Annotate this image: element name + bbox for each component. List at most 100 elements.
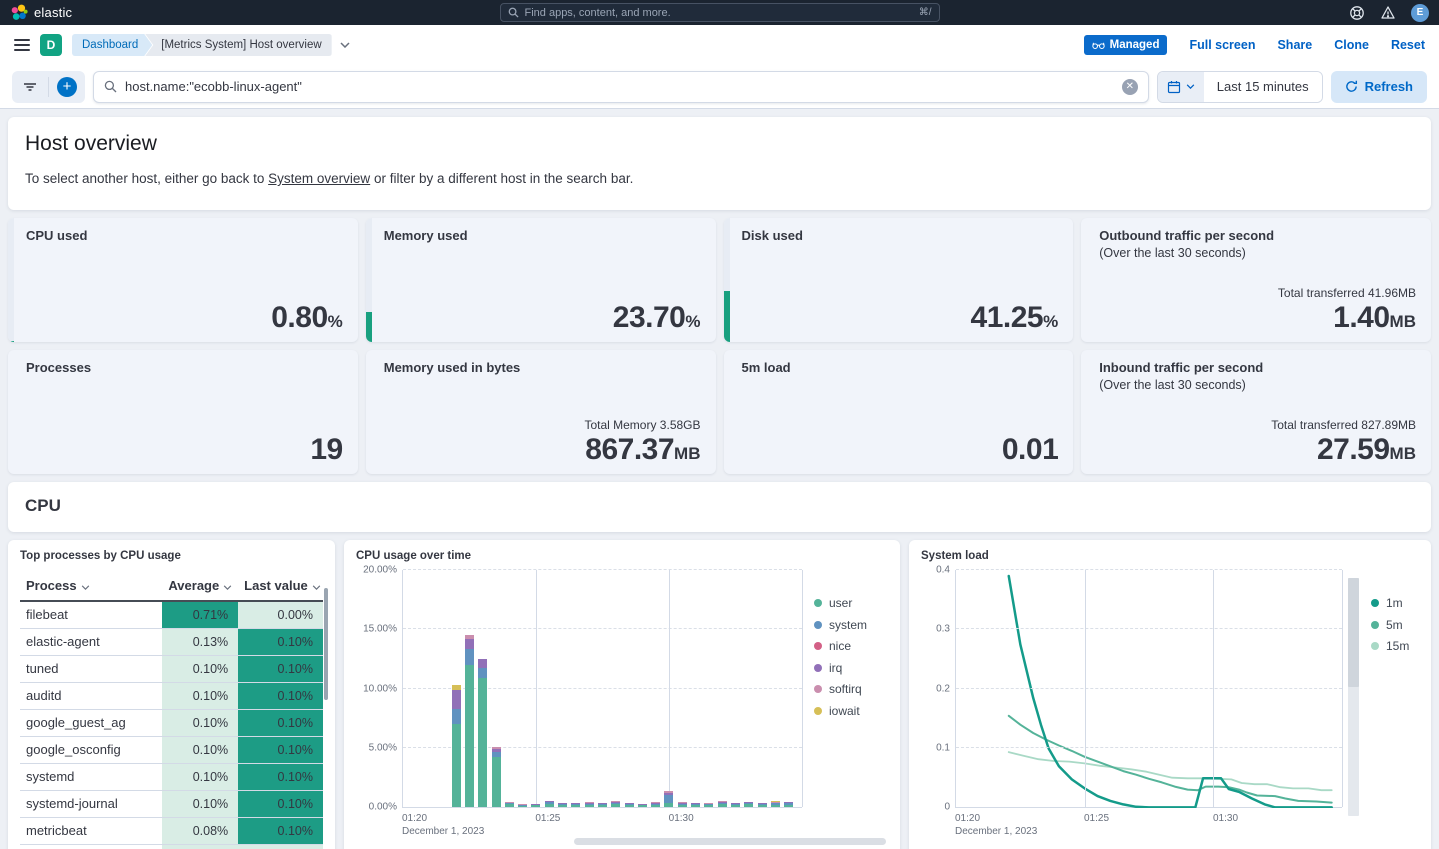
query-input[interactable]: host.name:"ecobb-linux-agent" ✕ — [93, 71, 1149, 103]
hamburger-menu-icon[interactable] — [14, 39, 30, 51]
stacked-bar[interactable] — [651, 800, 660, 807]
date-picker-calendar-button[interactable] — [1158, 72, 1204, 102]
table-row[interactable]: metricbeat0.08%0.10% — [20, 817, 323, 844]
help-icon[interactable] — [1349, 5, 1365, 21]
vertical-scrollbar[interactable] — [1348, 578, 1359, 816]
legend-item-softirq[interactable]: softirq — [814, 682, 888, 696]
legend-item-5m[interactable]: 5m — [1371, 618, 1419, 632]
user-avatar[interactable]: E — [1411, 4, 1429, 22]
metric-tile-value-block: 19 — [310, 433, 342, 466]
time-range-value[interactable]: Last 15 minutes — [1204, 72, 1322, 102]
stacked-bar[interactable] — [704, 800, 713, 807]
metric-tile-inbound-traffic-per-second[interactable]: Inbound traffic per second(Over the last… — [1081, 350, 1431, 474]
stacked-bar[interactable] — [678, 800, 687, 807]
dashboard-app-badge[interactable]: D — [40, 34, 62, 56]
metric-tile-processes[interactable]: Processes19 — [8, 350, 358, 474]
tile-progress-track — [724, 218, 730, 342]
legend-label: 5m — [1386, 618, 1403, 632]
stacked-bar[interactable] — [558, 800, 567, 807]
toolbar-action-clone[interactable]: Clone — [1334, 38, 1369, 52]
managed-badge[interactable]: Managed — [1084, 35, 1168, 55]
metric-tiles-grid: CPU used0.80%Memory used23.70%Disk used4… — [8, 218, 1431, 474]
toolbar-action-share[interactable]: Share — [1277, 38, 1312, 52]
stacked-bar[interactable] — [518, 801, 527, 807]
stacked-bar[interactable] — [758, 800, 767, 807]
metric-tile-secondary: Total transferred 41.96MB — [1278, 286, 1416, 300]
metric-tile-outbound-traffic-per-second[interactable]: Outbound traffic per second(Over the las… — [1081, 218, 1431, 342]
stacked-bar[interactable] — [478, 659, 487, 807]
bar-segment-user — [611, 804, 620, 807]
tile-progress-track — [366, 218, 372, 342]
add-filter-button[interactable]: + — [49, 71, 85, 103]
stacked-bar[interactable] — [718, 799, 727, 807]
stacked-bar[interactable] — [784, 799, 793, 807]
table-scrollbar[interactable] — [324, 588, 328, 700]
table-row[interactable]: google_guest_ag0.10%0.10% — [20, 709, 323, 736]
stacked-bar[interactable] — [585, 800, 594, 807]
legend-item-system[interactable]: system — [814, 618, 888, 632]
filter-menu-button[interactable] — [12, 71, 48, 103]
cpu-usage-legend: user system nice irq softirq iowait — [802, 570, 888, 836]
stacked-bar[interactable] — [731, 800, 740, 807]
breadcrumb-current-page[interactable]: [Metrics System] Host overview — [145, 34, 331, 56]
bar-segment-irq — [452, 690, 461, 709]
stacked-bar[interactable] — [691, 800, 700, 807]
metric-tile-value: 1.40MB — [1278, 301, 1416, 334]
metric-tile-disk-used[interactable]: Disk used41.25% — [724, 218, 1074, 342]
system_load-plot-area: 00.10.20.30.4 — [955, 570, 1342, 808]
table-row[interactable]: auditd0.10%0.10% — [20, 682, 323, 709]
search-shortcut-hint: ⌘/ — [919, 7, 932, 18]
toolbar-action-full-screen[interactable]: Full screen — [1189, 38, 1255, 52]
stacked-bar[interactable] — [638, 801, 647, 807]
legend-item-user[interactable]: user — [814, 596, 888, 610]
legend-item-1m[interactable]: 1m — [1371, 596, 1419, 610]
table-row[interactable]: google_osconfig0.10%0.10% — [20, 736, 323, 763]
stacked-bar[interactable] — [505, 799, 514, 807]
legend-item-irq[interactable]: irq — [814, 661, 888, 675]
table-row[interactable]: systemd-journal0.10%0.10% — [20, 790, 323, 817]
horizontal-scrollbar[interactable] — [574, 838, 886, 845]
table-row[interactable]: filebeat0.71%0.00% — [20, 601, 323, 628]
stacked-bar[interactable] — [545, 798, 554, 807]
cpu-usage-panel: CPU usage over time 0.00%5.00%10.00%15.0… — [344, 540, 900, 849]
stacked-bar[interactable] — [531, 801, 540, 807]
stacked-bar[interactable] — [744, 799, 753, 807]
metric-tile-memory-used-in-bytes[interactable]: Memory used in bytesTotal Memory 3.58GB8… — [366, 350, 716, 474]
stacked-bar[interactable] — [771, 799, 780, 807]
toolbar-action-reset[interactable]: Reset — [1391, 38, 1425, 52]
system-overview-link[interactable]: System overview — [268, 171, 370, 186]
table-row[interactable]: systemd0.10%0.10% — [20, 763, 323, 790]
column-header-last-value[interactable]: Last value — [238, 571, 323, 601]
alerts-icon[interactable] — [1380, 5, 1396, 21]
stacked-bar[interactable] — [598, 800, 607, 807]
column-header-average[interactable]: Average — [162, 571, 238, 601]
metric-tile-memory-used[interactable]: Memory used23.70% — [366, 218, 716, 342]
stacked-bar[interactable] — [492, 747, 501, 807]
global-search-input[interactable]: Find apps, content, and more. ⌘/ — [500, 3, 940, 22]
stacked-bar[interactable] — [611, 798, 620, 807]
stacked-bar[interactable] — [465, 635, 474, 807]
top-processes-title: Top processes by CPU usage — [20, 550, 323, 562]
legend-dot — [1371, 599, 1379, 607]
metric-tile-value: 0.80% — [271, 301, 343, 334]
metric-tile-5m-load[interactable]: 5m load0.01 — [724, 350, 1074, 474]
legend-item-15m[interactable]: 15m — [1371, 639, 1419, 653]
table-row[interactable]: elastic-agent0.13%0.10% — [20, 628, 323, 655]
metric-tile-cpu-used[interactable]: CPU used0.80% — [8, 218, 358, 342]
app-root: elastic Find apps, content, and more. ⌘/… — [0, 0, 1439, 849]
table-row[interactable]: rsyslogd0.01%0.00% — [20, 844, 323, 849]
overview-description: To select another host, either go back t… — [25, 171, 1414, 186]
refresh-button[interactable]: Refresh — [1331, 71, 1427, 103]
breadcrumb-chevron-down-icon[interactable] — [340, 42, 350, 48]
stacked-bar[interactable] — [452, 685, 461, 807]
breadcrumb-dashboard[interactable]: Dashboard — [72, 34, 152, 56]
elastic-brand[interactable]: elastic — [10, 4, 240, 22]
stacked-bar[interactable] — [625, 800, 634, 807]
legend-item-iowait[interactable]: iowait — [814, 704, 888, 718]
stacked-bar[interactable] — [571, 800, 580, 807]
column-header-process[interactable]: Process — [20, 571, 162, 601]
legend-item-nice[interactable]: nice — [814, 639, 888, 653]
clear-query-icon[interactable]: ✕ — [1122, 79, 1138, 95]
table-row[interactable]: tuned0.10%0.10% — [20, 655, 323, 682]
stacked-bar[interactable] — [664, 791, 673, 807]
